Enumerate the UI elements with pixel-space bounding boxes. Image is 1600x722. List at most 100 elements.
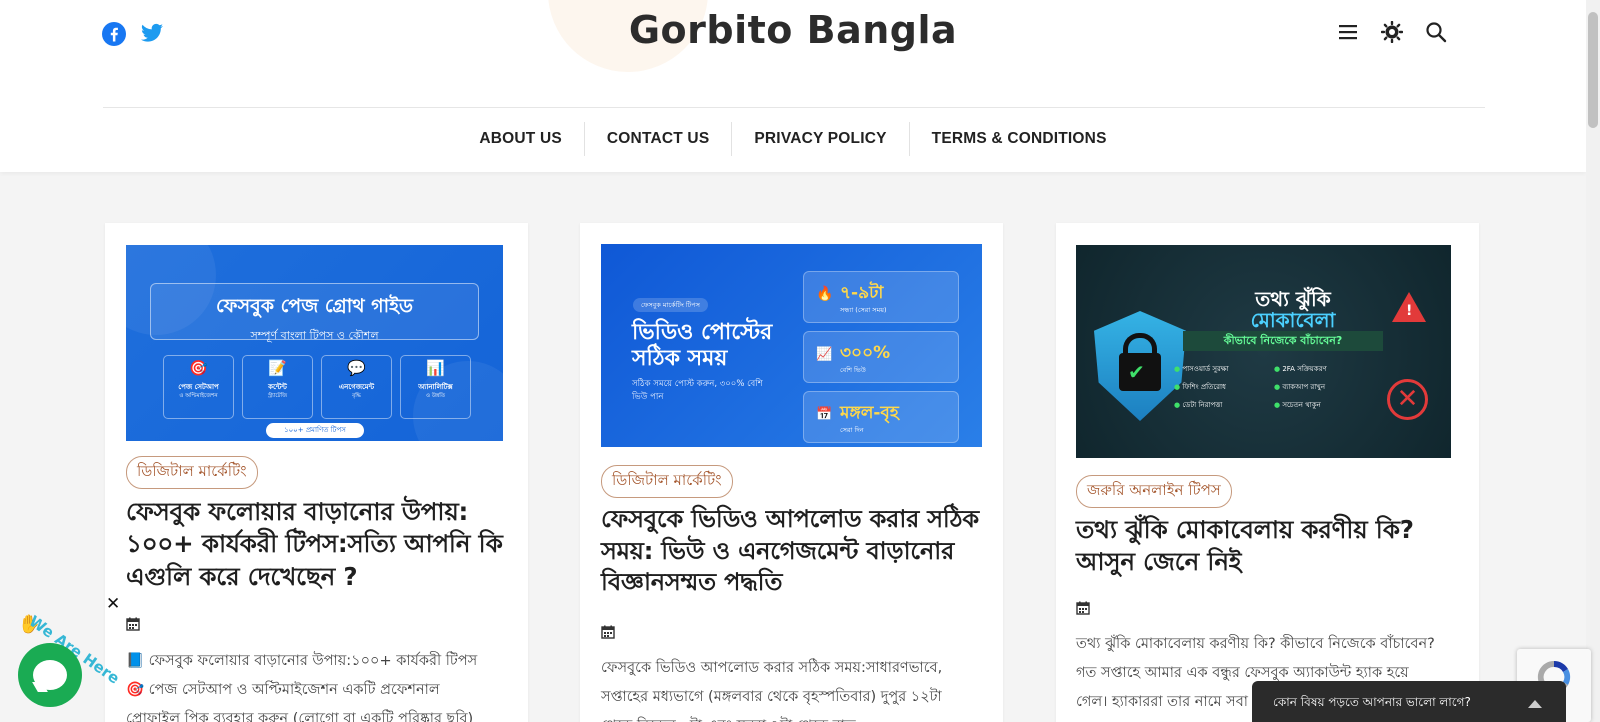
nav-contact-us[interactable]: CONTACT US [583,122,731,156]
main-nav: ABOUT US CONTACT US PRIVACY POLICY TERMS… [0,122,1586,156]
calendar-icon [1076,600,1090,619]
post-thumbnail[interactable]: ফেসবুক মার্কেটিং টিপস ভিডিও পোস্টের সঠিক… [601,244,982,447]
chat-bubble-icon [33,660,67,690]
checklist-label: ডেটা নিরাপত্তা [1182,401,1223,409]
theme-toggle-icon[interactable] [1380,20,1404,44]
thumb-subheading: কীভাবে নিজেকে বাঁচাবেন? [1183,331,1383,351]
thumb-feature-sub: ও অপ্টিমাইজেশন [179,393,218,399]
check-icon: ✔ [1128,360,1145,384]
warning-mark: ! [1406,303,1413,319]
thumb-feature-title: কন্টেন্ট [268,383,287,391]
thumb-feature-sub: ও উন্নতি [426,393,445,399]
excerpt-line: প্রোফাইল পিক ব্যবহার করুন (লোগো বা একটি … [126,711,474,722]
thumb-heading-line: তথ্য ঝুঁকি [1255,287,1331,311]
thumb-sub-line: সঠিক সময়ে পোস্ট করুন, ৩০০% বেশি [632,379,763,389]
category-badge[interactable]: ডিজিটাল মার্কেটিং [601,465,733,498]
category-badge[interactable]: ডিজিটাল মার্কেটিং [126,456,258,489]
thumb-feature-title: পেজ সেটআপ [178,383,219,391]
category-label[interactable]: জরুরি অনলাইন টিপস [1076,475,1232,508]
menu-icon[interactable] [1336,20,1360,44]
stat-value: মঙ্গল-বৃহ [840,403,899,423]
checklist-item: ● ফিশিং প্রতিরোধ [1174,381,1266,393]
excerpt-line: 🎯 পেজ সেটআপ ও অপ্টিমাইজেশন একটি প্রফেশনা… [126,682,440,698]
thumb-heading-box: ফেসবুক পেজ গ্রোথ গাইড সম্পূর্ণ বাংলা টিপ… [150,283,479,342]
excerpt-line: সপ্তাহের মধ্যভাগে (মঙ্গলবার থেকে বৃহস্পত… [601,689,942,705]
thumb-heading: ফেসবুক পেজ গ্রোথ গাইড [215,295,414,317]
post-title[interactable]: তথ্য ঝুঁকি মোকাবেলায় করণীয় কি? আসুন জে… [1076,514,1461,579]
cross-icon: ✕ [1387,379,1428,420]
post-thumbnail[interactable]: ✔ তথ্য ঝুঁকি মোকাবেলা কীভাবে নিজেকে বাঁচ… [1076,245,1451,458]
thumb-stat-box: 📅 মঙ্গল-বৃহ সেরা দিন [803,391,959,443]
site-header: Gorbito Bangla ABOUT US CONTACT US PRIVA… [0,0,1586,172]
thumb-tag: ফেসবুক মার্কেটিং টিপস [633,298,708,312]
thumb-stat-box: 📈 ৩০০% বেশি ভিউ [803,331,959,383]
thumb-feature-box: 🎯 পেজ সেটআপ ও অপ্টিমাইজেশন [163,355,234,419]
calendar-icon [601,624,615,643]
thumb-subheading: সম্পূর্ণ বাংলা টিপস ও কৌশল [250,329,379,342]
checklist-label: ব্যাকআপ রাখুন [1282,383,1325,391]
thumb-feature-title: এনগেজমেন্ট [338,383,375,391]
fire-icon: 🔥 [816,286,834,302]
excerpt-line: ফেসবুকে ভিডিও আপলোড করার সঠিক সময়:সাধার… [601,660,943,676]
scrollbar-track[interactable] [1586,0,1600,722]
thumb-heading-line: সঠিক সময় [632,346,728,372]
thumb-heading: ভিডিও পোস্টের সঠিক সময় [632,320,772,373]
nav-terms-conditions[interactable]: TERMS & CONDITIONS [908,122,1129,156]
thumb-feature-sub: বৃদ্ধি [352,393,361,399]
post-card: ফেসবুক পেজ গ্রোথ গাইড সম্পূর্ণ বাংলা টিপ… [105,223,528,722]
post-card: ✔ তথ্য ঝুঁকি মোকাবেলা কীভাবে নিজেকে বাঁচ… [1056,223,1479,722]
post-title[interactable]: ফেসবুকে ভিডিও আপলোড করার সঠিক সময়: ভিউ … [601,504,986,599]
topic-popup[interactable]: কোন বিষয় পড়তে আপনার ভালো লাগে? [1252,681,1566,722]
header-divider [103,107,1485,108]
chat-button[interactable] [18,643,82,707]
scrollbar-thumb[interactable] [1588,12,1598,128]
category-badge[interactable]: জরুরি অনলাইন টিপস [1076,475,1232,508]
category-label[interactable]: ডিজিটাল মার্কেটিং [601,465,733,498]
thumb-heading: তথ্য ঝুঁকি মোকাবেলা [1218,289,1368,331]
checklist-label: সচেতন থাকুন [1282,401,1321,409]
thumb-feature-box: 📊 অ্যানালিটিক্স ও উন্নতি [400,355,471,419]
stat-label: সেরা দিন [840,426,864,434]
thumb-stat-box: 🔥 ৭-৯টা সন্ধ্যা (সেরা সময়) [803,271,959,323]
search-icon[interactable] [1424,20,1448,44]
thumb-feature-box: 💬 এনগেজমেন্ট বৃদ্ধি [321,355,392,419]
thumb-heading-line: ভিডিও পোস্টের [632,320,773,345]
checklist-item: ● ডেটা নিরাপত্তা [1174,399,1266,411]
stat-value: ৭-৯টা [840,283,884,303]
post-excerpt: ফেসবুকে ভিডিও আপলোড করার সঠিক সময়:সাধার… [601,654,991,722]
nav-privacy-policy[interactable]: PRIVACY POLICY [731,122,908,156]
target-icon: 🎯 [189,359,208,377]
stat-label: বেশি ভিউ [840,366,866,374]
topic-popup-text: কোন বিষয় পড়তে আপনার ভালো লাগে? [1273,694,1471,709]
thumb-feature-boxes: 🎯 পেজ সেটআপ ও অপ্টিমাইজেশন 📝 কন্টেন্ট স্… [163,355,471,419]
thumb-feature-box: 📝 কন্টেন্ট স্ট্র্যাটেজি [242,355,313,419]
thumb-heading-line: মোকাবেলা [1250,308,1336,332]
checklist-label: পাসওয়ার্ড সুরক্ষা [1182,365,1229,373]
checklist-item: ● সচেতন থাকুন [1274,399,1366,411]
checklist-label: 2FA সক্রিয়করণ [1282,365,1327,373]
stat-label: সন্ধ্যা (সেরা সময়) [840,306,887,314]
close-icon[interactable]: ✕ [106,594,120,614]
bar-chart-icon: 📊 [426,359,445,377]
thumb-pill: ১০০+ প্রমাণিত টিপস [266,423,364,438]
calendar-icon [126,616,140,635]
checklist-item: ● পাসওয়ার্ড সুরক্ষা [1174,363,1266,375]
thumb-feature-title: অ্যানালিটিক্স [418,383,453,391]
chevron-up-icon[interactable] [1528,699,1542,708]
thumb-subheading: সঠিক সময়ে পোস্ট করুন, ৩০০% বেশি ভিউ পান [632,378,763,404]
memo-icon: 📝 [268,359,287,377]
post-card: ফেসবুক মার্কেটিং টিপস ভিডিও পোস্টের সঠিক… [580,223,1003,722]
post-title[interactable]: ফেসবুক ফলোয়ার বাড়ানোর উপায়: ১০০+ কার্… [126,496,511,593]
category-label[interactable]: ডিজিটাল মার্কেটিং [126,456,258,489]
thumb-sub-line: ভিউ পান [632,391,664,402]
lock-shackle [1123,333,1157,355]
excerpt-line: 📘 ফেসবুক ফলোয়ার বাড়ানোর উপায়:১০০+ কার… [126,653,478,669]
checklist-label: ফিশিং প্রতিরোধ [1182,383,1226,391]
post-thumbnail[interactable]: ফেসবুক পেজ গ্রোথ গাইড সম্পূর্ণ বাংলা টিপ… [126,245,503,441]
nav-about-us[interactable]: ABOUT US [457,122,584,156]
stat-value: ৩০০% [840,343,891,363]
header-tools [1336,20,1448,44]
thumb-feature-sub: স্ট্র্যাটেজি [267,393,288,399]
checklist-item: ● ব্যাকআপ রাখুন [1274,381,1366,393]
excerpt-line: থেকে বিকেল ৩টা এবং সন্ধ্যা ৭টা থেকে রাত [601,712,991,722]
